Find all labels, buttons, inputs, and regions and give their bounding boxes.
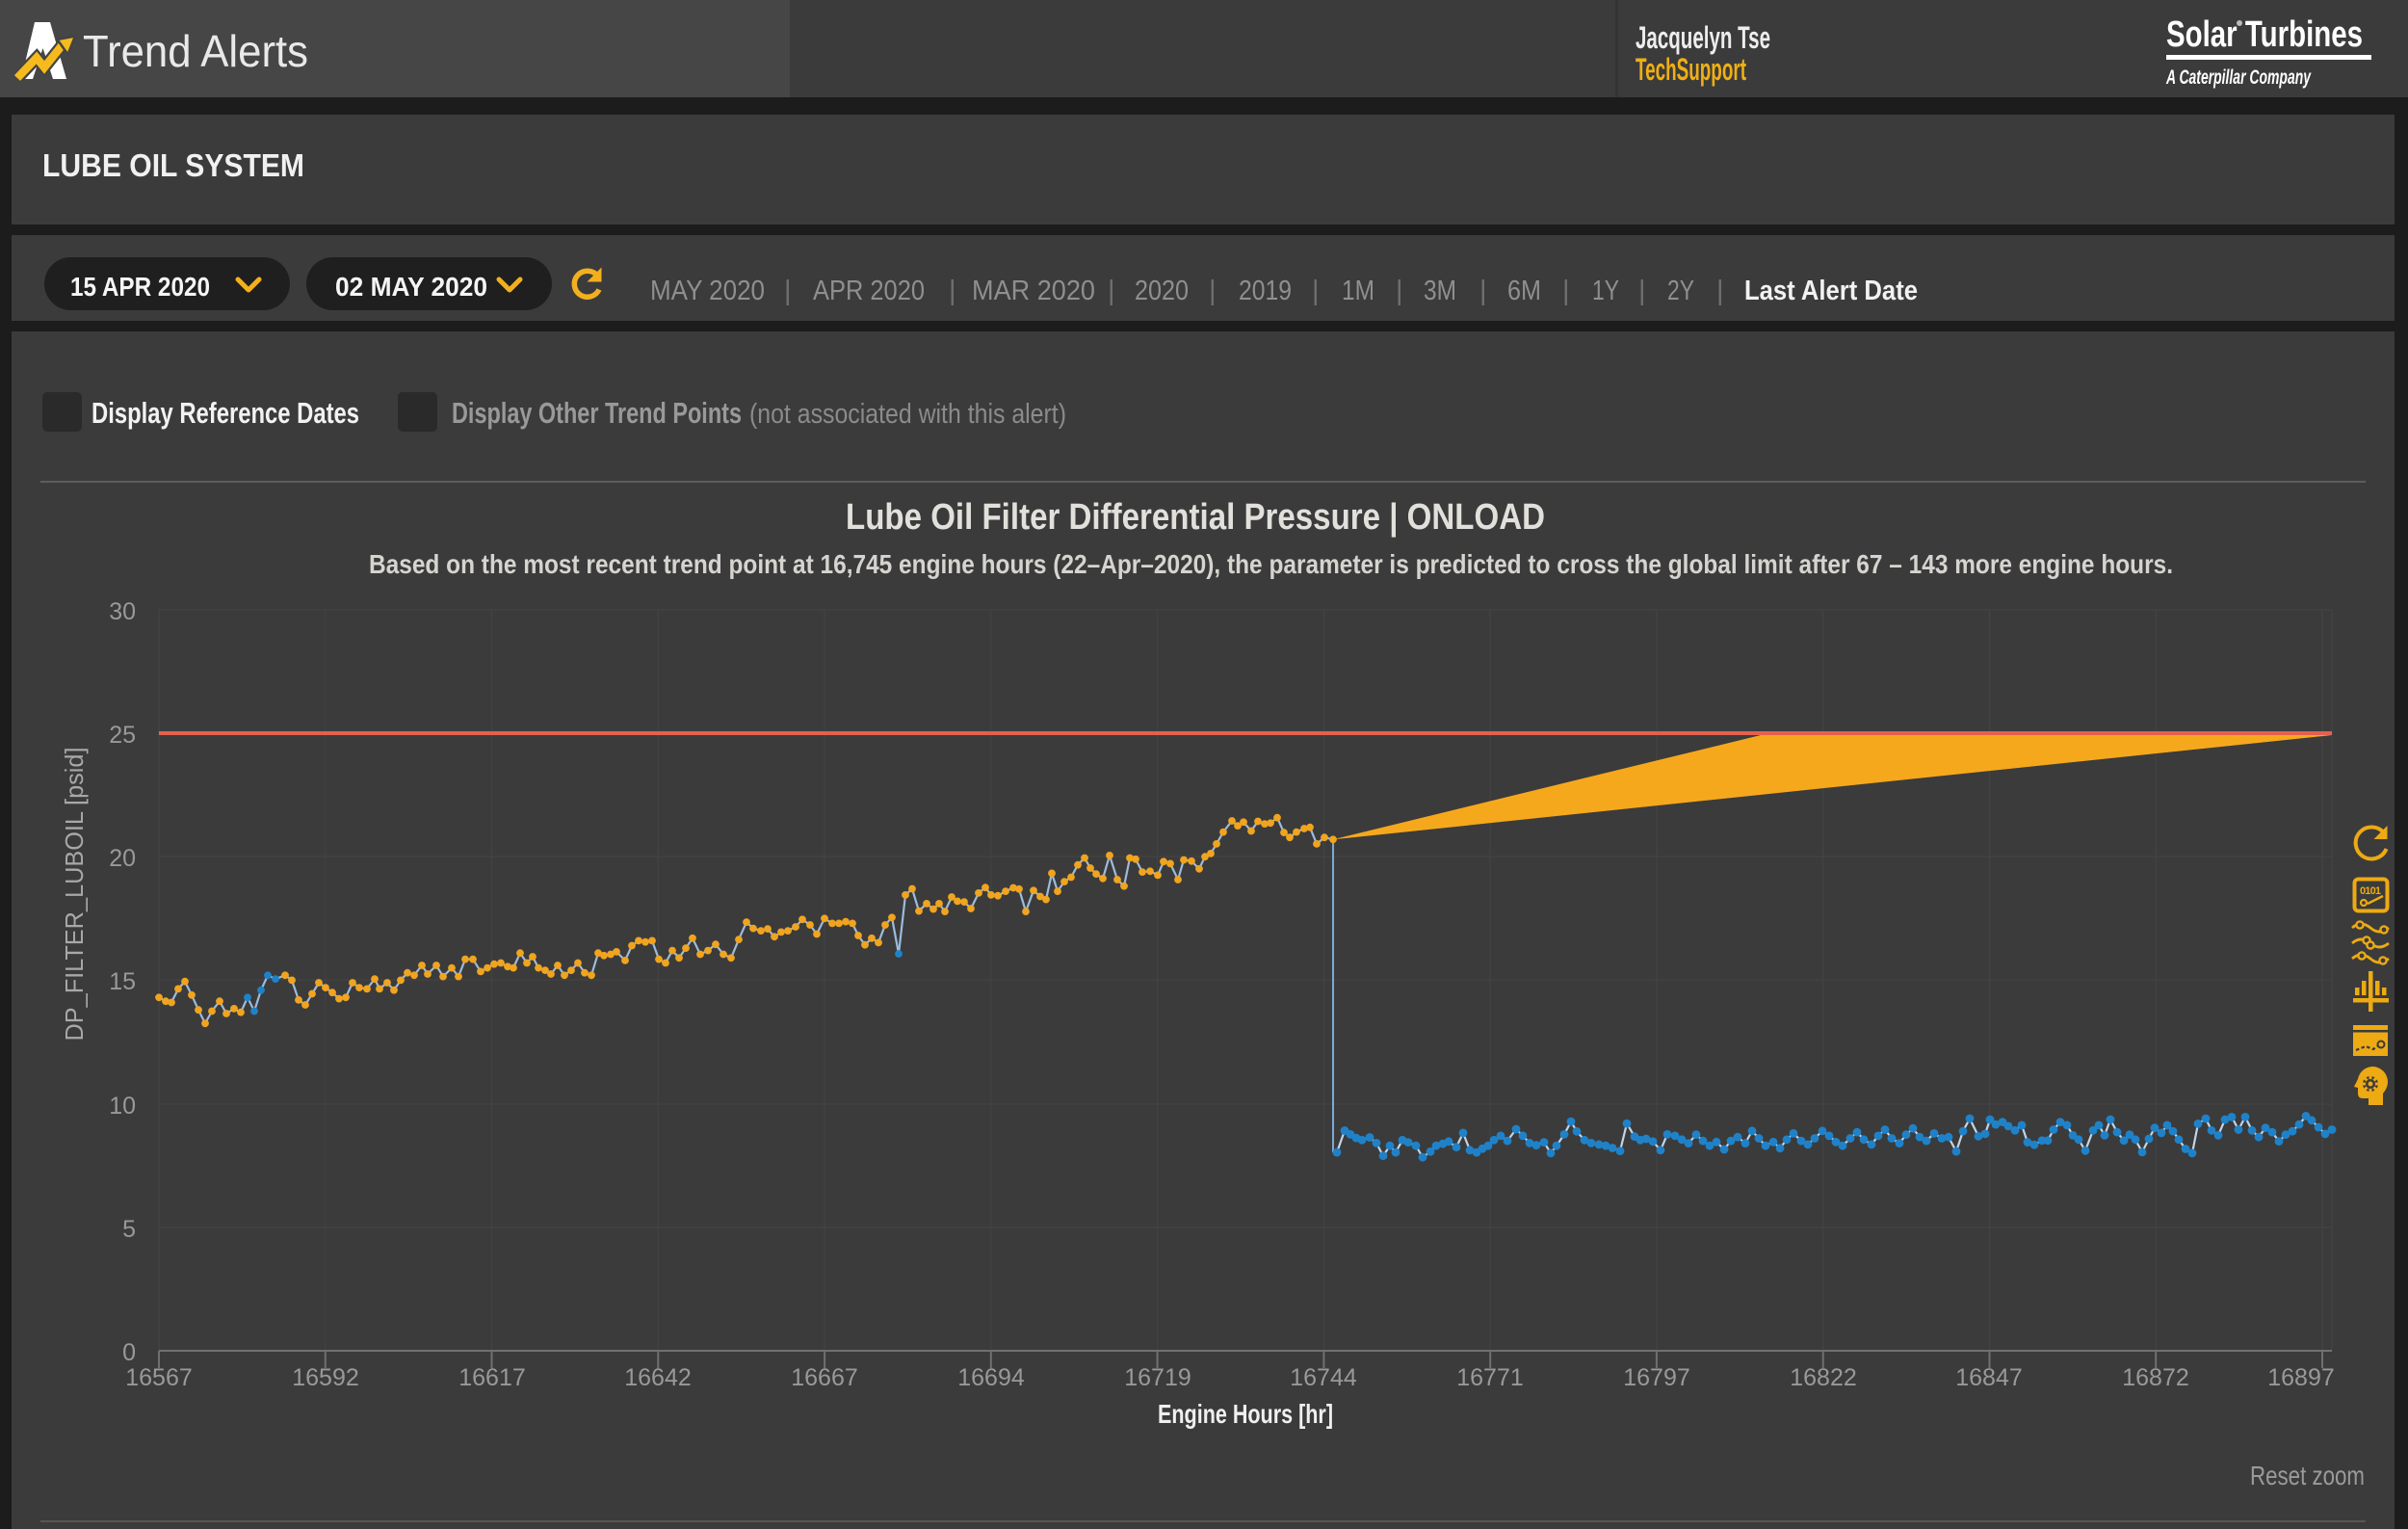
svg-text:Based on the most recent trend: Based on the most recent trend point at … (369, 549, 2173, 579)
svg-text:Display Other Trend Points: Display Other Trend Points (452, 396, 742, 430)
svg-text:16667: 16667 (791, 1364, 858, 1391)
svg-text:1M: 1M (1342, 276, 1374, 306)
svg-text:DP_FILTER_LUBOIL [psid]: DP_FILTER_LUBOIL [psid] (60, 748, 89, 1041)
svg-text:16847: 16847 (1955, 1364, 2023, 1391)
svg-text:Engine Hours [hr]: Engine Hours [hr] (1158, 1399, 1333, 1429)
svg-text:15 APR 2020: 15 APR 2020 (70, 272, 210, 302)
svg-text:16872: 16872 (2122, 1364, 2189, 1391)
svg-text:16897: 16897 (2267, 1364, 2335, 1391)
svg-text:16822: 16822 (1790, 1364, 1857, 1391)
svg-text:1Y: 1Y (1592, 276, 1619, 306)
svg-text:16617: 16617 (458, 1364, 526, 1391)
svg-text:6M: 6M (1507, 276, 1541, 306)
svg-text:|: | (1716, 276, 1724, 306)
svg-text:(not associated with this aler: (not associated with this alert) (749, 399, 1066, 430)
svg-text:02 MAY 2020: 02 MAY 2020 (335, 272, 487, 302)
svg-text:5: 5 (122, 1216, 136, 1243)
svg-text:10: 10 (109, 1093, 136, 1120)
svg-text:2020: 2020 (1135, 276, 1189, 306)
svg-text:25: 25 (109, 722, 136, 749)
svg-text:MAY 2020: MAY 2020 (650, 276, 765, 306)
svg-text:2019: 2019 (1239, 276, 1292, 306)
svg-text:16771: 16771 (1456, 1364, 1524, 1391)
svg-text:Last Alert Date: Last Alert Date (1744, 276, 1918, 306)
svg-text:APR 2020: APR 2020 (813, 276, 925, 306)
svg-text:MAR 2020: MAR 2020 (972, 276, 1095, 306)
svg-text:A Caterpillar Company: A Caterpillar Company (2165, 66, 2312, 89)
svg-text:30: 30 (109, 598, 136, 625)
svg-text:|: | (949, 276, 956, 306)
svg-text:|: | (1638, 276, 1646, 306)
svg-text:16797: 16797 (1623, 1364, 1690, 1391)
svg-text:16592: 16592 (292, 1364, 359, 1391)
svg-text:2Y: 2Y (1667, 276, 1694, 306)
svg-text:16642: 16642 (624, 1364, 692, 1391)
svg-text:|: | (1108, 276, 1115, 306)
svg-text:Lube Oil Filter Differential P: Lube Oil Filter Differential Pressure | … (846, 497, 1545, 538)
svg-text:|: | (1562, 276, 1570, 306)
svg-text:|: | (1396, 276, 1403, 306)
svg-text:|: | (1209, 276, 1217, 306)
svg-text:20: 20 (109, 845, 136, 872)
svg-text:15: 15 (109, 968, 136, 995)
svg-text:0: 0 (122, 1339, 136, 1366)
svg-text:|: | (1312, 276, 1320, 306)
svg-text:16719: 16719 (1124, 1364, 1191, 1391)
svg-text:Solar Turbines: Solar Turbines (2166, 14, 2363, 55)
svg-text:16694: 16694 (957, 1364, 1025, 1391)
svg-text:16567: 16567 (125, 1364, 193, 1391)
svg-text:LUBE OIL SYSTEM: LUBE OIL SYSTEM (42, 147, 304, 183)
svg-text:|: | (784, 276, 792, 306)
svg-text:|: | (1479, 276, 1487, 306)
svg-text:3M: 3M (1424, 276, 1456, 306)
svg-text:Display Reference Dates: Display Reference Dates (92, 396, 359, 430)
svg-text:Trend Alerts: Trend Alerts (83, 26, 308, 76)
svg-text:16744: 16744 (1290, 1364, 1357, 1391)
svg-text:Jacquelyn Tse: Jacquelyn Tse (1636, 20, 1770, 55)
svg-text:0101: 0101 (2360, 885, 2381, 897)
svg-text:Reset zoom: Reset zoom (2250, 1461, 2365, 1490)
svg-text:TechSupport: TechSupport (1636, 52, 1746, 87)
